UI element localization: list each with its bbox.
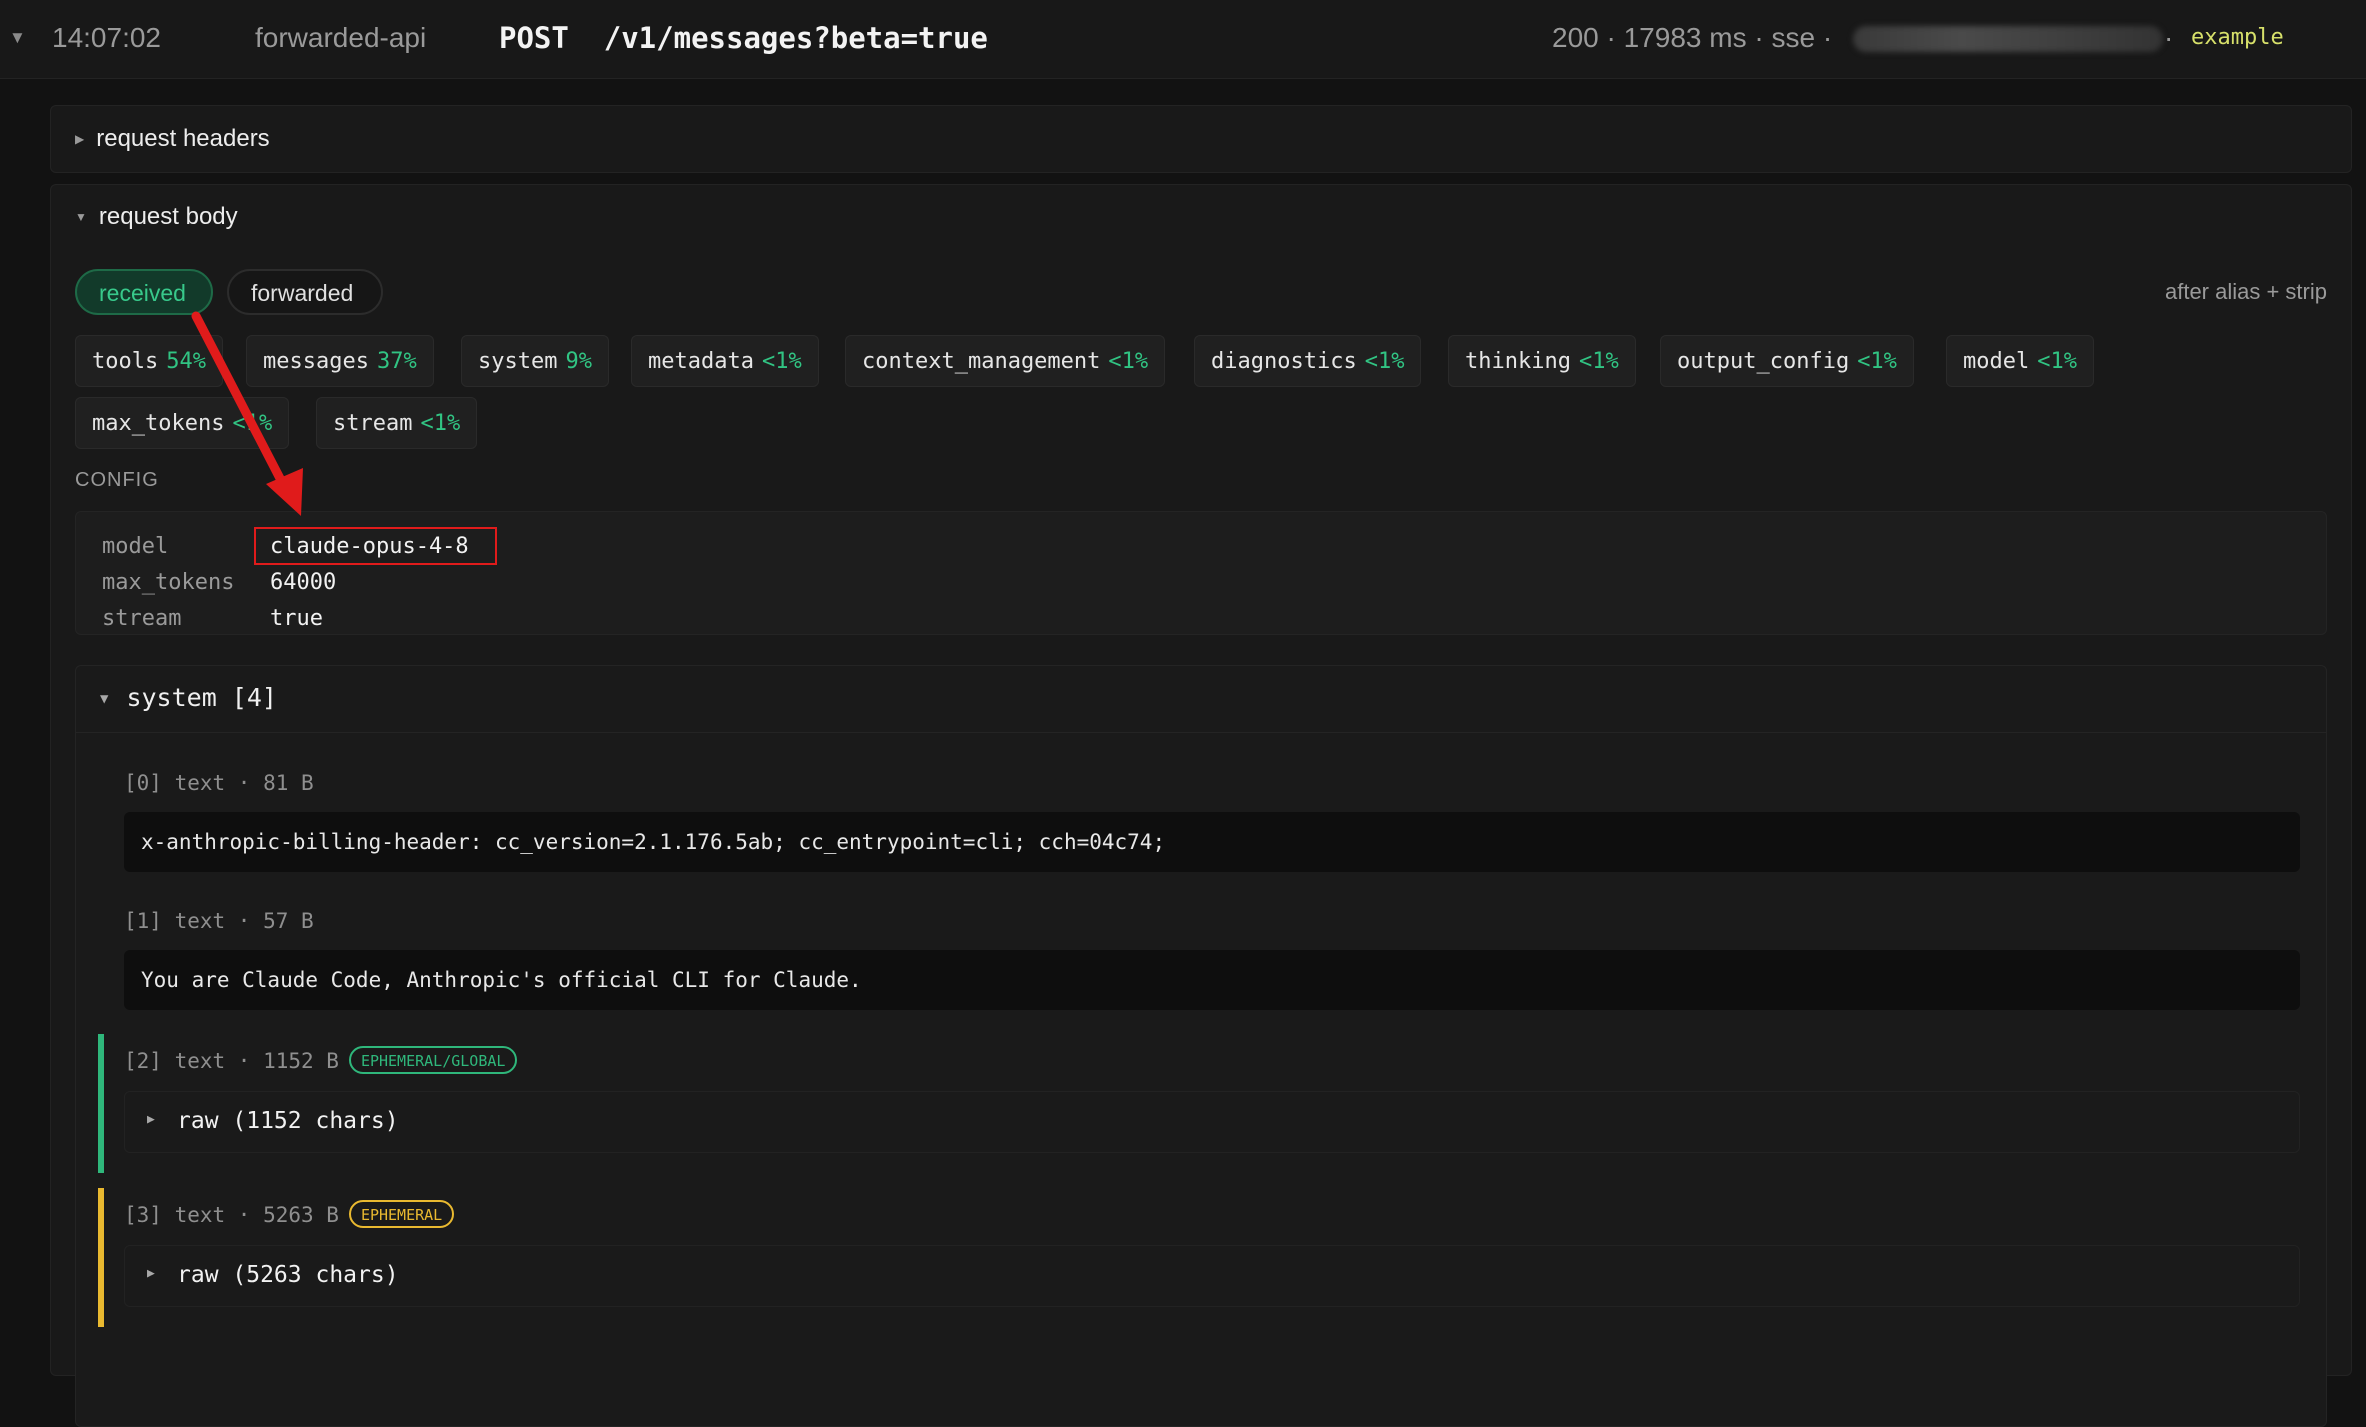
response-summary: 200 · 17983 ms · sse · [1552, 22, 1833, 53]
key-chip-max-tokens[interactable]: max_tokens <1% [75, 397, 290, 449]
cache-accent-bar [98, 1034, 104, 1173]
raw-toggle[interactable]: ▶ raw (5263 chars) [124, 1245, 2300, 1307]
cache-badge: EPHEMERAL/GLOBAL [348, 1046, 518, 1074]
key-chip-output-config[interactable]: output_config <1% [1660, 335, 1914, 387]
request-body-panel: ▼ request body received forwarded after a… [50, 184, 2352, 1427]
caret-right-icon: ▶ [147, 1112, 155, 1127]
cache-badge: EPHEMERAL [348, 1200, 455, 1228]
system-item-meta: [1] text · 57 B [124, 909, 314, 933]
forwarded-toggle[interactable]: forwarded [227, 269, 383, 315]
stream-mode: sse [1771, 22, 1816, 53]
system-item-meta: [3] text · 5263 B EPHEMERAL [124, 1200, 455, 1228]
caret-down-icon[interactable]: ▼ [9, 0, 26, 78]
raw-toggle-label: raw (1152 chars) [177, 1108, 399, 1134]
separator-dot: · [2164, 22, 2174, 53]
key-chip-tools[interactable]: tools 54% [75, 335, 223, 387]
service-name: forwarded-api [255, 22, 427, 53]
key-chip-model[interactable]: model <1% [1946, 335, 2094, 387]
config-value-max-tokens: 64000 [270, 570, 337, 595]
system-toggle[interactable]: ▼ system [4] [76, 666, 2326, 733]
redacted-client-id [1853, 26, 2163, 52]
request-line: POST /v1/messages?beta=true [499, 0, 988, 78]
config-value-model: claude-opus-4-8 [270, 534, 469, 559]
config-key-stream: stream [102, 606, 182, 631]
request-body-toggle[interactable]: ▼ request body [75, 203, 238, 231]
key-chip-context-management[interactable]: context_management <1% [845, 335, 1166, 387]
request-headers-toggle[interactable]: ▶ request headers [75, 125, 270, 153]
config-label: CONFIG [75, 469, 159, 491]
config-key-model: model [102, 534, 169, 559]
status-code: 200 [1552, 22, 1599, 53]
request-body-title: request body [98, 203, 238, 230]
config-value-stream: true [270, 606, 323, 631]
caret-right-icon: ▶ [147, 1266, 155, 1281]
system-item-meta: [0] text · 81 B [124, 771, 314, 795]
system-item-content: You are Claude Code, Anthropic's officia… [124, 950, 2300, 1010]
system-title: system [4] [126, 683, 277, 712]
request-headers-panel[interactable]: ▶ request headers [50, 105, 2352, 173]
request-tag: example [2191, 25, 2284, 50]
key-chip-stream[interactable]: stream <1% [316, 397, 478, 449]
alias-note: after alias + strip [2164, 279, 2327, 304]
config-key-max-tokens: max_tokens [102, 570, 235, 595]
raw-toggle[interactable]: ▶ raw (1152 chars) [124, 1091, 2300, 1153]
request-log-row[interactable]: ▼ 14:07:02 forwarded-api POST /v1/messag… [0, 0, 2366, 79]
config-table: model claude-opus-4-8 max_tokens 64000 s… [75, 511, 2327, 635]
request-headers-title: request headers [96, 125, 270, 152]
received-toggle[interactable]: received [75, 269, 213, 315]
cache-accent-bar [98, 1188, 104, 1327]
request-time: 14:07:02 [52, 22, 161, 53]
system-section: ▼ system [4] [0] text · 81 B x-anthropic-… [75, 665, 2327, 1427]
key-chip-messages[interactable]: messages 37% [246, 335, 434, 387]
system-item-content: x-anthropic-billing-header: cc_version=2… [124, 812, 2300, 872]
duration: 17983 ms [1623, 22, 1747, 53]
caret-right-icon: ▶ [75, 132, 85, 146]
key-chip-metadata[interactable]: metadata <1% [631, 335, 819, 387]
raw-toggle-label: raw (5263 chars) [177, 1262, 399, 1288]
caret-down-icon: ▼ [100, 691, 109, 707]
key-chip-thinking[interactable]: thinking <1% [1448, 335, 1636, 387]
request-path: /v1/messages?beta=true [603, 21, 988, 55]
system-item-meta: [2] text · 1152 B EPHEMERAL/GLOBAL [124, 1046, 518, 1074]
caret-down-icon: ▼ [75, 210, 87, 224]
key-chip-system[interactable]: system 9% [461, 335, 609, 387]
key-chip-diagnostics[interactable]: diagnostics <1% [1194, 335, 1422, 387]
request-method: POST [499, 21, 569, 55]
